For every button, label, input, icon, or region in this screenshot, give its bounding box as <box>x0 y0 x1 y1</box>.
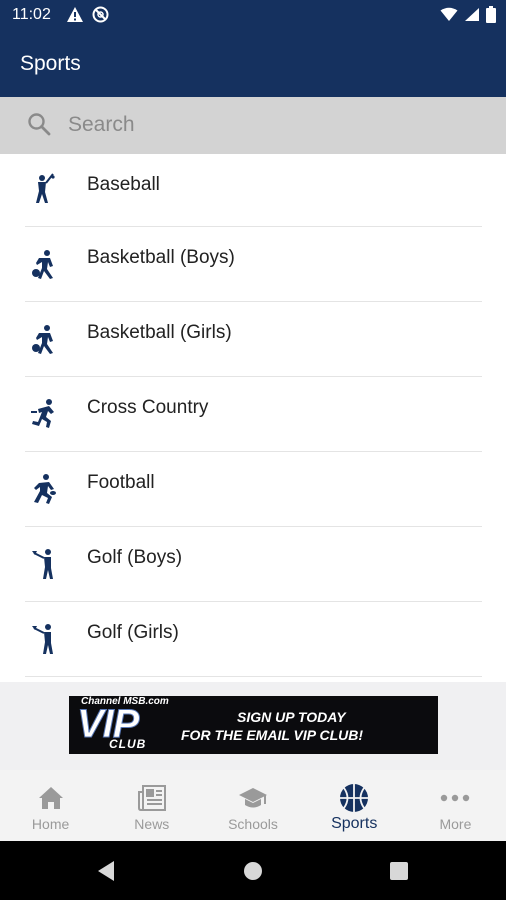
baseball-icon <box>29 171 59 205</box>
football-icon <box>29 472 59 506</box>
ad-club-subtitle: CLUB <box>109 737 147 751</box>
back-icon[interactable] <box>96 860 116 887</box>
golf-icon <box>29 622 59 656</box>
nav-label: Schools <box>228 816 278 832</box>
newspaper-icon <box>137 784 167 812</box>
nav-label: Sports <box>331 815 378 832</box>
golf-icon <box>29 547 59 581</box>
sport-item-baseball[interactable]: Baseball <box>25 154 482 227</box>
sport-list: Baseball Basketball (Boys) Basketball (G… <box>0 154 506 682</box>
sport-item-football[interactable]: Football <box>25 452 482 527</box>
basketball-icon <box>29 322 59 356</box>
nav-news[interactable]: News <box>101 770 202 841</box>
nav-label: Home <box>31 816 70 832</box>
search-input[interactable] <box>68 109 468 141</box>
wifi-icon <box>440 7 458 27</box>
app-bar: Sports <box>0 30 506 97</box>
search-bar[interactable] <box>0 97 506 154</box>
nav-home[interactable]: Home <box>0 770 101 841</box>
sport-label: Football <box>87 472 155 493</box>
sport-label: Golf (Boys) <box>87 547 183 568</box>
home-circle-icon[interactable] <box>243 861 263 886</box>
graduation-cap-icon <box>238 784 268 812</box>
no-sync-icon <box>92 6 109 28</box>
recents-square-icon[interactable] <box>390 862 408 885</box>
nav-more[interactable]: More <box>405 770 506 841</box>
more-dots-icon <box>440 784 470 812</box>
sport-item-golf-girls[interactable]: Golf (Girls) <box>25 602 482 677</box>
ad-tagline: FOR THE EMAIL VIP CLUB! <box>181 727 363 743</box>
nav-label: More <box>439 816 472 832</box>
nav-label: News <box>134 816 170 832</box>
bottom-nav: Home News Schools Sports More <box>0 770 506 841</box>
sport-label: Basketball (Boys) <box>87 247 235 268</box>
sport-item-golf-boys[interactable]: Golf (Boys) <box>25 527 482 602</box>
sport-label: Cross Country <box>87 397 209 418</box>
ad-headline: SIGN UP TODAY <box>237 709 346 725</box>
sport-item-cross-country[interactable]: Cross Country <box>25 377 482 452</box>
sport-label: Basketball (Girls) <box>87 322 232 343</box>
sport-item-basketball-boys[interactable]: Basketball (Boys) <box>25 227 482 302</box>
page-title: Sports <box>20 52 81 75</box>
battery-icon <box>486 6 496 28</box>
ad-area: Channel MSB.com VIP CLUB SIGN UP TODAY F… <box>0 682 506 770</box>
nav-schools[interactable]: Schools <box>202 770 303 841</box>
sport-label: Baseball <box>87 174 160 195</box>
search-icon <box>27 112 51 141</box>
home-icon <box>36 784 66 812</box>
status-bar: 11:02 <box>0 0 506 30</box>
warning-icon <box>66 6 84 28</box>
running-icon <box>29 397 59 431</box>
basketball-icon <box>29 247 59 281</box>
signal-icon <box>464 7 480 27</box>
vip-club-ad-banner[interactable]: Channel MSB.com VIP CLUB SIGN UP TODAY F… <box>69 696 438 754</box>
sport-label: Golf (Girls) <box>87 622 179 643</box>
status-time: 11:02 <box>12 6 51 23</box>
sport-item-basketball-girls[interactable]: Basketball (Girls) <box>25 302 482 377</box>
system-nav-bar <box>0 841 506 900</box>
basketball-ball-icon <box>339 784 369 812</box>
nav-sports[interactable]: Sports <box>304 770 405 841</box>
